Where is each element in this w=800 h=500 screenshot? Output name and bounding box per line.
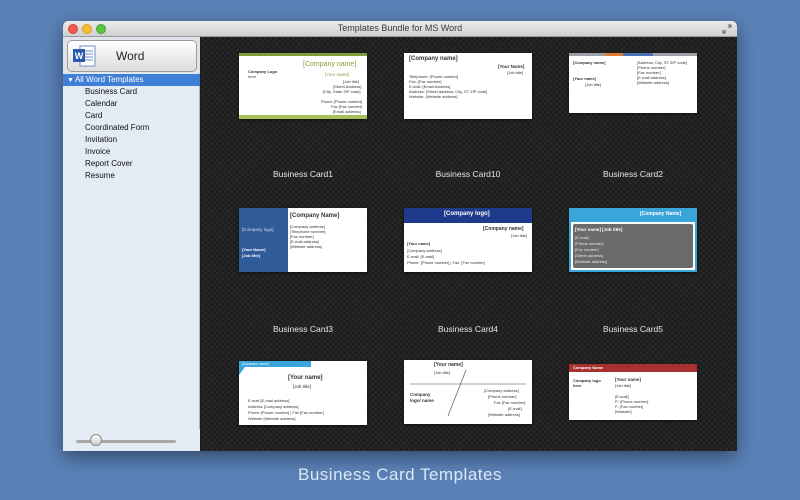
card-text: E-mail: [E-mail] <box>407 254 435 259</box>
template-thumbnail[interactable]: [Your name] [Job title] [Company address… <box>404 360 532 424</box>
disclosure-triangle-icon[interactable]: ▼ <box>67 75 74 87</box>
card-text: [Your name] <box>573 76 597 81</box>
word-app-button[interactable]: W Word <box>67 40 197 72</box>
sidebar-item-invoice[interactable]: Invoice <box>63 146 200 158</box>
card-text: Website [Website address] <box>248 416 296 421</box>
card-text: [Your name] <box>325 72 350 77</box>
card-text: logo/ name <box>410 398 434 403</box>
template-category-tree: ▼All Word Templates Business Card Calend… <box>63 74 200 182</box>
card-text: [Job title] <box>242 253 260 258</box>
card-text: [Your name] [Job title] <box>575 227 623 232</box>
card-text: [Company address] <box>484 388 519 393</box>
card-text: [Company logo] <box>242 227 274 232</box>
template-thumbnail[interactable]: [Company logo] [Company name] [Job title… <box>404 208 532 272</box>
card-text: [Website address] <box>290 244 322 249</box>
card-text: [Company Name] <box>290 213 340 219</box>
card-text: [Company logo] <box>444 211 490 217</box>
template-thumbnail[interactable]: Company Name Company logo here [Your nam… <box>569 364 697 420</box>
card-text: [Street address] <box>575 253 604 258</box>
sidebar-header: W Word <box>63 37 200 73</box>
template-thumbnail[interactable]: [Company name] [Your Name] [Job title] T… <box>404 53 532 119</box>
card-text: [Website address] <box>488 412 520 417</box>
card-text: here <box>573 383 582 388</box>
card-text: [Your name] <box>407 241 431 246</box>
card-text: [Job title] <box>511 233 528 238</box>
template-caption: Business Card2 <box>602 169 663 179</box>
card-text: [Company name] <box>242 362 269 366</box>
sidebar-item-calendar[interactable]: Calendar <box>63 98 200 110</box>
page-caption: Business Card Templates <box>298 465 502 484</box>
tree-root-label: All Word Templates <box>74 75 144 84</box>
card-text: [Website] <box>615 409 632 414</box>
template-thumbnail[interactable]: [Company Name] [Your name] [Job title] [… <box>569 208 697 272</box>
card-text: [Phone number] <box>488 394 517 399</box>
fullscreen-icon[interactable] <box>722 24 732 34</box>
sidebar-item-resume[interactable]: Resume <box>63 170 200 182</box>
card-text: [Job title] <box>585 82 602 87</box>
sidebar: W Word ▼All Word Templates Business Card… <box>63 37 200 451</box>
zoom-slider-area <box>63 429 200 451</box>
card-text: [Fax number] <box>575 247 599 252</box>
sidebar-item-card[interactable]: Card <box>63 110 200 122</box>
card-text: Phone: [Phone number] | Fax: [Fax number… <box>407 260 485 265</box>
card-text: [Company address] <box>407 248 442 253</box>
card-text: [Your name] <box>434 362 463 368</box>
card-text: [Phone number] <box>575 241 604 246</box>
card-text: [Website address] <box>575 259 607 264</box>
sidebar-item-business-card[interactable]: Business Card <box>63 86 200 98</box>
template-caption: Business Card10 <box>435 169 501 179</box>
card-text: [Company name] <box>409 56 458 62</box>
card-text: [Job title] <box>507 70 524 75</box>
app-window: Templates Bundle for MS Word W Word ▼All… <box>63 21 737 451</box>
tree-root-all-templates[interactable]: ▼All Word Templates <box>63 74 200 86</box>
card-text: [Company name] <box>573 60 606 65</box>
template-caption: Business Card1 <box>272 169 333 179</box>
card-text: Address [Company address] <box>248 404 299 409</box>
card-text: [Your name] <box>615 377 641 382</box>
card-text: Website: [Website address] <box>409 94 458 99</box>
template-caption: Business Card3 <box>272 324 333 334</box>
svg-text:W: W <box>75 51 84 61</box>
card-text: [E-mail] <box>508 406 522 411</box>
sidebar-item-invitation[interactable]: Invitation <box>63 134 200 146</box>
card-text: Company <box>410 392 431 397</box>
card-text: [Company name] <box>483 226 524 232</box>
card-text: E-mail [E-mail address] <box>248 398 290 403</box>
word-button-label: Word <box>116 49 145 63</box>
template-thumbnail[interactable]: [Company name] [Address, City, ST ZIP co… <box>569 53 697 113</box>
card-text: [Website address] <box>637 80 669 85</box>
window-title: Templates Bundle for MS Word <box>337 23 463 33</box>
card-text: [Your name] <box>288 375 323 381</box>
zoom-slider-knob[interactable] <box>90 434 102 446</box>
sidebar-item-coordinated-form[interactable]: Coordinated Form <box>63 122 200 134</box>
card-text: [Company name] <box>303 61 357 68</box>
sidebar-item-report-cover[interactable]: Report Cover <box>63 158 200 170</box>
template-grid: Company Logo here [Company name] [Your n… <box>201 37 737 451</box>
card-text: [Your Name] <box>242 247 266 252</box>
template-thumbnail[interactable]: [Company name] [Your name] [Job title] E… <box>239 361 367 425</box>
card-text: [Job title] <box>615 383 632 388</box>
word-icon: W <box>73 45 96 67</box>
card-text: Company Name <box>573 365 604 370</box>
template-thumbnail[interactable]: Company Logo here [Company name] [Your n… <box>239 53 367 119</box>
card-text: [Job title] <box>293 384 312 389</box>
card-text: [Email address] <box>333 109 361 114</box>
card-text: Fax [Fax number] <box>494 400 526 405</box>
card-text: [E-mail] <box>575 235 589 240</box>
card-text: [Your Name] <box>498 64 525 69</box>
title-bar: Templates Bundle for MS Word <box>63 21 737 37</box>
template-thumbnail[interactable]: [Company logo] [Company Name] [Company a… <box>239 208 367 272</box>
card-text: Phone [Phone number] | Fax [Fax number] <box>248 410 324 415</box>
template-caption: Business Card4 <box>437 324 498 334</box>
card-text: [Job title] <box>434 370 451 375</box>
card-text: [City, State ZIP code] <box>323 89 361 94</box>
template-caption: Business Card5 <box>602 324 663 334</box>
card-text: [Company Name] <box>640 211 682 217</box>
card-text: here <box>248 74 257 79</box>
